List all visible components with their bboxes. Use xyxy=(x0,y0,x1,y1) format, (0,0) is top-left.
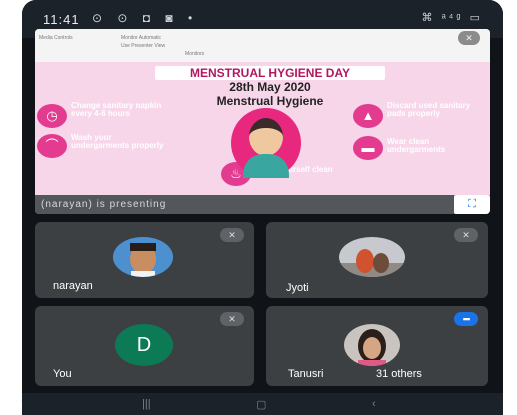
slide-tip: Wash your undergarments properly xyxy=(71,133,164,150)
slide-date: 28th May 2020 xyxy=(229,80,311,94)
notification-icons: ⊙ ⊙ ◘ ◙ • xyxy=(92,11,199,25)
status-time: 11:41 xyxy=(43,12,80,27)
ppt-toolbar-item: Media Controls xyxy=(39,35,73,41)
ppt-toolbar-item: Monitors xyxy=(185,51,205,57)
others-count[interactable]: 31 others xyxy=(376,368,422,380)
presenting-text: (narayan) is presenting xyxy=(41,199,167,210)
face-photo-icon xyxy=(344,324,400,366)
participant-name: Tanusri xyxy=(288,368,324,380)
slide-tip: Wear clean undergarments xyxy=(387,137,446,154)
woman-illustration xyxy=(231,108,301,178)
participant-name: narayan xyxy=(53,280,93,292)
mic-off-icon: ✕ xyxy=(454,228,478,242)
slide-tip: Discard used sanitary pads properly xyxy=(387,101,471,118)
self-avatar: D xyxy=(115,324,173,366)
home-icon[interactable]: ▢ xyxy=(256,398,268,411)
ppt-toolbar-item: Monitor Automatic xyxy=(121,35,162,41)
face-photo-icon xyxy=(113,237,173,277)
clock-icon: ◷ xyxy=(37,104,67,128)
slide-title: MENSTRUAL HYGIENE DAY xyxy=(155,66,385,80)
group-photo-icon xyxy=(339,237,405,277)
speaking-indicator-icon: ▪▪▪ xyxy=(454,312,478,326)
slide-subtitle: Menstrual Hygiene xyxy=(216,94,324,108)
woman-face xyxy=(249,118,283,156)
slide-tip: Change sanitary napkin every 4-6 hours xyxy=(71,101,162,118)
participant-avatar xyxy=(344,324,400,366)
participant-avatar xyxy=(113,237,173,277)
presentation-toolbar: Media Controls Monitor Automatic Use Pre… xyxy=(35,29,490,63)
participant-tile[interactable]: ▪▪▪ Tanusri 31 others xyxy=(266,306,488,386)
mic-off-icon: ✕ xyxy=(458,31,480,45)
participant-tile-self[interactable]: ✕ D You xyxy=(35,306,254,386)
mic-off-icon: ✕ xyxy=(220,228,244,242)
basket-icon: ▬ xyxy=(353,136,383,160)
participant-name: Jyoti xyxy=(286,282,309,294)
signal-battery-icons: ⌘ ᵃ⁴ᵍ ▭ xyxy=(421,12,483,24)
back-icon[interactable]: ‹ xyxy=(372,398,384,410)
presenting-banner: (narayan) is presenting xyxy=(35,195,490,214)
fullscreen-icon[interactable]: ⛶ xyxy=(454,195,490,214)
mic-off-icon: ✕ xyxy=(220,312,244,326)
screen-share-view[interactable]: Media Controls Monitor Automatic Use Pre… xyxy=(35,29,490,214)
recents-icon[interactable]: ||| xyxy=(142,398,154,410)
presentation-slide: MENSTRUAL HYGIENE DAY 28th May 2020 Mens… xyxy=(35,62,490,195)
ppt-toolbar-item: Use Presenter View xyxy=(121,43,166,49)
participant-tile[interactable]: ✕ Jyoti xyxy=(266,222,488,298)
woman-body xyxy=(243,154,289,178)
bin-icon: ▲ xyxy=(353,104,383,128)
participant-tile[interactable]: ✕ narayan xyxy=(35,222,254,298)
system-nav-bar: ||| ▢ ‹ xyxy=(22,393,503,415)
participant-name: You xyxy=(53,368,72,380)
participant-avatar xyxy=(339,237,405,277)
phone-screen: 11:41 ⊙ ⊙ ◘ ◙ • ⌘ ᵃ⁴ᵍ ▭ Media Controls M… xyxy=(22,0,503,415)
garment-icon: ⌒ xyxy=(37,134,67,158)
